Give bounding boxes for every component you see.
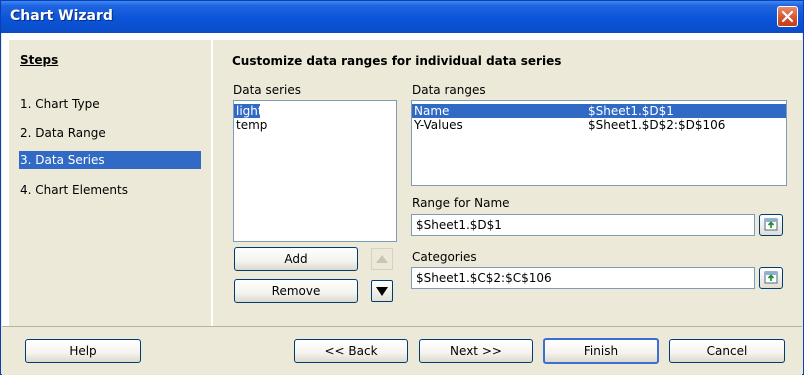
data-series-label: Data series (233, 83, 302, 97)
step-chart-type[interactable]: 1. Chart Type (19, 95, 100, 113)
data-ranges-label: Data ranges (412, 83, 486, 97)
cancel-button[interactable]: Cancel (669, 339, 785, 363)
range-row-name[interactable]: Name $Sheet1.$D$1 (412, 104, 786, 118)
steps-heading: Steps (20, 53, 59, 67)
title-bar[interactable]: Chart Wizard (1, 1, 803, 33)
range-for-name-label: Range for Name (412, 196, 510, 210)
range-for-name-input[interactable]: $Sheet1.$D$1 (411, 214, 755, 236)
step-chart-elements[interactable]: 4. Chart Elements (19, 181, 128, 199)
finish-button[interactable]: Finish (543, 338, 659, 364)
help-button[interactable]: Help (25, 339, 141, 363)
arrow-up-icon (376, 255, 388, 263)
main-panel: Customize data ranges for individual dat… (213, 40, 802, 326)
add-button[interactable]: Add (234, 247, 358, 271)
move-up-button[interactable] (371, 248, 393, 270)
footer-bar: Help << Back Next >> Finish Cancel (2, 326, 802, 375)
categories-input[interactable]: $Sheet1.$C$2:$C$106 (411, 267, 755, 289)
range-value: $Sheet1.$D$1 (588, 104, 674, 118)
categories-label: Categories (412, 250, 477, 264)
wizard-content: Steps 1. Chart Type 2. Data Range 3. Dat… (2, 33, 802, 326)
select-range-button[interactable] (759, 214, 783, 236)
step-data-range[interactable]: 2. Data Range (19, 124, 106, 142)
remove-button[interactable]: Remove (234, 279, 358, 303)
next-button[interactable]: Next >> (419, 339, 533, 363)
categories-label-text: Categories (412, 250, 477, 264)
data-series-list[interactable]: light temp (233, 100, 397, 242)
move-down-button[interactable] (371, 280, 393, 302)
data-ranges-list[interactable]: Name $Sheet1.$D$1 Y-Values $Sheet1.$D$2:… (411, 100, 787, 186)
select-categories-button[interactable] (759, 267, 783, 289)
select-range-icon (764, 218, 778, 231)
back-button[interactable]: << Back (294, 339, 408, 363)
range-role: Name (414, 104, 450, 118)
select-range-icon (764, 271, 778, 284)
series-item-light[interactable]: light (234, 104, 263, 118)
arrow-down-icon (376, 287, 388, 296)
range-row-y-values[interactable]: Y-Values $Sheet1.$D$2:$D$106 (412, 118, 786, 132)
range-value: $Sheet1.$D$2:$D$106 (588, 118, 726, 132)
series-item-temp[interactable]: temp (234, 118, 396, 132)
range-role: Y-Values (414, 118, 463, 132)
chart-wizard-window: Chart Wizard Steps 1. Chart Type 2. Data… (0, 0, 804, 375)
close-icon (781, 10, 794, 23)
window-title: Chart Wizard (10, 8, 113, 24)
step-data-series[interactable]: 3. Data Series (19, 151, 201, 169)
page-heading: Customize data ranges for individual dat… (232, 54, 562, 68)
steps-panel: Steps 1. Chart Type 2. Data Range 3. Dat… (9, 40, 211, 326)
close-button[interactable] (777, 6, 798, 27)
